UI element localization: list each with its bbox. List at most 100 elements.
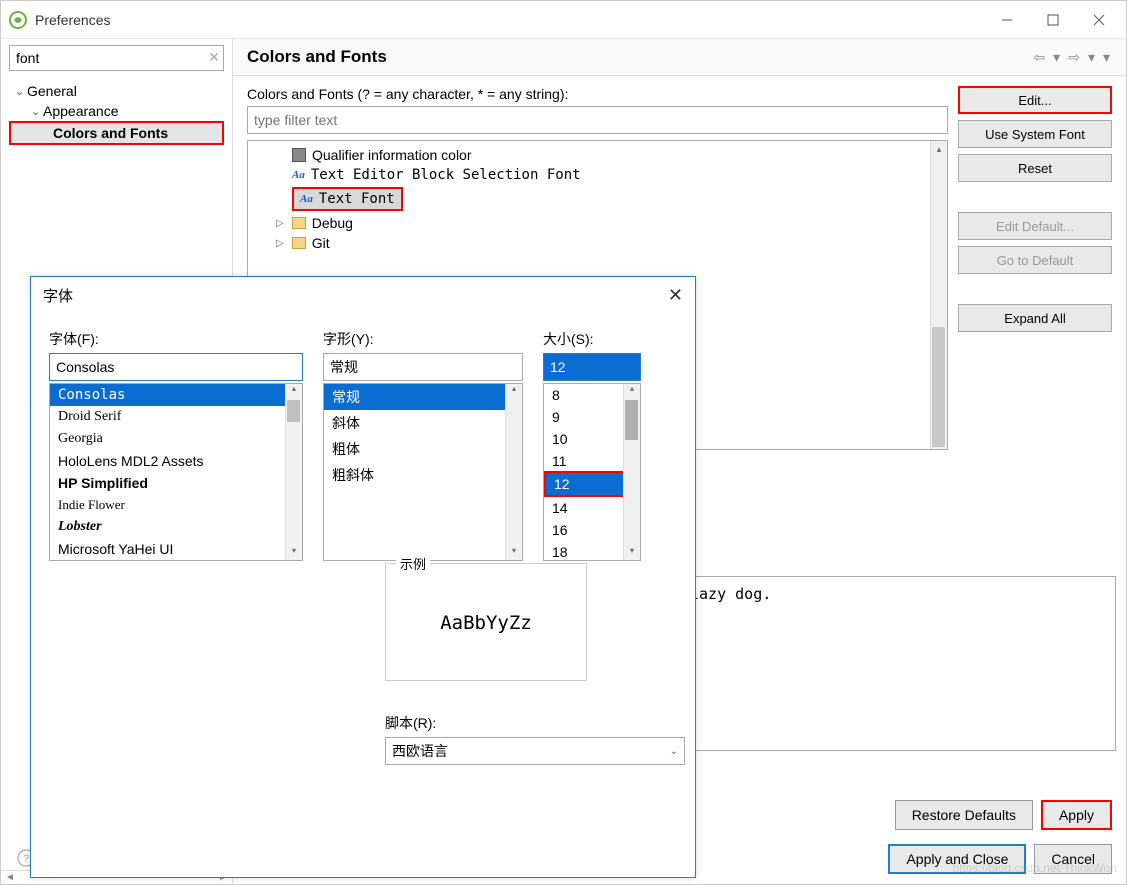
nav-back-icon[interactable]: ⇦ xyxy=(1031,49,1047,66)
apply-button[interactable]: Apply xyxy=(1041,800,1112,830)
font-option[interactable]: HP Simplified xyxy=(50,472,302,494)
restore-defaults-button[interactable]: Restore Defaults xyxy=(895,800,1033,830)
scroll-up-icon[interactable]: ▴ xyxy=(931,141,947,158)
nav-back-menu-icon[interactable]: ▾ xyxy=(1051,49,1062,66)
size-label: 大小(S): xyxy=(543,329,641,349)
font-list[interactable]: Consolas Droid Serif Georgia HoloLens MD… xyxy=(49,383,303,561)
expand-caret-icon: ⌄ xyxy=(15,85,27,98)
minimize-button[interactable] xyxy=(984,5,1030,35)
scroll-down-icon[interactable]: ▾ xyxy=(624,546,640,560)
reset-button[interactable]: Reset xyxy=(958,154,1112,182)
nav-menu-icon[interactable]: ▾ xyxy=(1101,49,1112,66)
filter-input[interactable] xyxy=(9,45,224,71)
scroll-down-icon[interactable]: ▾ xyxy=(286,546,302,560)
vscroll[interactable]: ▴ xyxy=(930,141,947,449)
font-option[interactable]: Lobster xyxy=(50,516,302,538)
font-option[interactable]: Consolas xyxy=(50,384,302,406)
footer-row1: Restore Defaults Apply xyxy=(895,800,1112,830)
folder-icon xyxy=(292,217,306,229)
font-aa-icon: Aa xyxy=(292,169,305,181)
use-system-font-button[interactable]: Use System Font xyxy=(958,120,1112,148)
spring-app-icon xyxy=(9,11,27,29)
content-header: Colors and Fonts ⇦ ▾ ⇨ ▾ ▾ xyxy=(233,39,1126,76)
tree-row-git[interactable]: ▷ Git xyxy=(252,233,943,253)
tree-label: General xyxy=(27,83,77,99)
style-option[interactable]: 粗斜体 xyxy=(324,462,522,488)
tree-row-qualifier[interactable]: Qualifier information color xyxy=(252,145,943,165)
tree-item-general[interactable]: ⌄ General xyxy=(9,81,224,101)
font-label: 字体(F): xyxy=(49,329,303,349)
font-option[interactable]: HoloLens MDL2 Assets xyxy=(50,450,302,472)
title-bar: Preferences xyxy=(1,1,1126,39)
tree-row-label: Text Font xyxy=(319,191,395,207)
edit-default-button[interactable]: Edit Default... xyxy=(958,212,1112,240)
vscroll[interactable]: ▴ ▾ xyxy=(285,384,302,560)
tree-row-label: Debug xyxy=(312,215,353,231)
font-preview: lazy dog. xyxy=(677,576,1116,751)
tree-row-label: Git xyxy=(312,235,330,251)
vscroll[interactable]: ▴ ▾ xyxy=(505,384,522,560)
style-option[interactable]: 常规 xyxy=(324,384,522,410)
nav-forward-menu-icon[interactable]: ▾ xyxy=(1086,49,1097,66)
sample-legend: 示例 xyxy=(396,554,430,573)
expand-all-button[interactable]: Expand All xyxy=(958,304,1112,332)
clear-filter-icon[interactable]: ✕ xyxy=(208,49,220,66)
size-column: 大小(S): 8 9 10 11 12 14 16 18 ▴ ▾ xyxy=(543,329,641,561)
style-option[interactable]: 粗体 xyxy=(324,436,522,462)
sample-text: AaBbYyZz xyxy=(386,564,586,682)
sample-group: 示例 AaBbYyZz xyxy=(385,563,587,681)
style-column: 字形(Y): 常规 斜体 粗体 粗斜体 ▴ ▾ xyxy=(323,329,523,561)
font-option[interactable]: Droid Serif xyxy=(50,406,302,428)
font-column: 字体(F): Consolas Droid Serif Georgia Holo… xyxy=(49,329,303,561)
svg-text:?: ? xyxy=(23,853,29,865)
nav-forward-icon[interactable]: ⇨ xyxy=(1066,49,1082,66)
font-option[interactable]: Indie Flower xyxy=(50,494,302,516)
scroll-thumb[interactable] xyxy=(625,400,638,440)
button-column: Edit... Use System Font Reset Edit Defau… xyxy=(958,86,1112,874)
style-input[interactable] xyxy=(323,353,523,381)
close-icon[interactable]: ✕ xyxy=(668,285,683,306)
scroll-thumb[interactable] xyxy=(932,327,945,447)
tree-row-text-font[interactable]: Aa Text Font xyxy=(252,185,943,213)
scroll-up-icon[interactable]: ▴ xyxy=(286,384,302,398)
size-list[interactable]: 8 9 10 11 12 14 16 18 ▴ ▾ xyxy=(543,383,641,561)
scroll-down-icon[interactable]: ▾ xyxy=(506,546,522,560)
style-list[interactable]: 常规 斜体 粗体 粗斜体 ▴ ▾ xyxy=(323,383,523,561)
expand-caret-icon: ▷ xyxy=(276,238,284,249)
close-button[interactable] xyxy=(1076,5,1122,35)
script-label: 脚本(R): xyxy=(385,713,685,733)
filter-label: Colors and Fonts (? = any character, * =… xyxy=(247,86,948,102)
pref-tree: ⌄ General ⌄ Appearance Colors and Fonts xyxy=(1,77,232,149)
font-dialog-title-bar: 字体 ✕ xyxy=(31,277,695,313)
font-dialog-body: 字体(F): Consolas Droid Serif Georgia Holo… xyxy=(31,313,695,577)
font-option[interactable]: Microsoft YaHei UI xyxy=(50,538,302,560)
script-group: 脚本(R): 西欧语言 ⌄ xyxy=(385,713,685,765)
edit-button[interactable]: Edit... xyxy=(958,86,1112,114)
window-controls xyxy=(984,5,1122,35)
scroll-up-icon[interactable]: ▴ xyxy=(624,384,640,398)
maximize-button[interactable] xyxy=(1030,5,1076,35)
tree-item-appearance[interactable]: ⌄ Appearance xyxy=(9,101,224,121)
sidebar-filter: ✕ xyxy=(9,45,224,71)
style-option[interactable]: 斜体 xyxy=(324,410,522,436)
scroll-left-icon[interactable]: ◄ xyxy=(5,872,15,883)
font-dialog: 字体 ✕ 字体(F): Consolas Droid Serif Georgia… xyxy=(30,276,696,878)
tree-item-colors-fonts[interactable]: Colors and Fonts xyxy=(9,121,224,145)
script-select[interactable]: 西欧语言 ⌄ xyxy=(385,737,685,765)
tree-label: Appearance xyxy=(43,103,119,119)
chevron-down-icon: ⌄ xyxy=(670,746,678,757)
expand-caret-icon: ⌄ xyxy=(31,105,43,118)
tree-row-block-font[interactable]: Aa Text Editor Block Selection Font xyxy=(252,165,943,185)
watermark: https://blog.csdn.net/ThinkWon xyxy=(952,861,1117,875)
font-name-input[interactable] xyxy=(49,353,303,381)
nav-arrows: ⇦ ▾ ⇨ ▾ ▾ xyxy=(1031,49,1112,66)
font-option[interactable]: Georgia xyxy=(50,428,302,450)
size-input[interactable] xyxy=(543,353,641,381)
go-to-default-button[interactable]: Go to Default xyxy=(958,246,1112,274)
scroll-thumb[interactable] xyxy=(287,400,300,422)
tree-label: Colors and Fonts xyxy=(53,125,168,141)
type-filter-input[interactable] xyxy=(247,106,948,134)
tree-row-debug[interactable]: ▷ Debug xyxy=(252,213,943,233)
scroll-up-icon[interactable]: ▴ xyxy=(506,384,522,398)
vscroll[interactable]: ▴ ▾ xyxy=(623,384,640,560)
